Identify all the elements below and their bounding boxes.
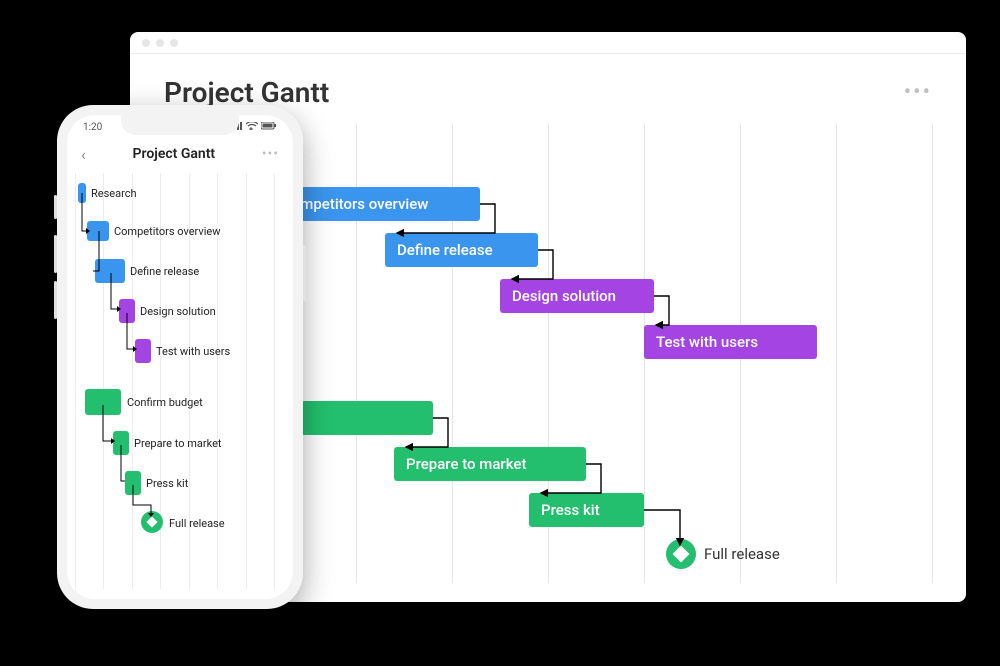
gantt-bar-define-release[interactable]: [95, 259, 125, 283]
gantt-bar-label: Define release: [397, 241, 493, 259]
gridline: [836, 123, 837, 583]
gantt-bar-competitors[interactable]: [87, 221, 109, 241]
gantt-bar-label: Design solution: [140, 305, 216, 318]
gantt-bar-label: Competitors overview: [114, 225, 220, 238]
gantt-bar-label: Test with users: [656, 333, 758, 351]
wifi-icon: [246, 122, 258, 133]
gantt-bar-label: Press kit: [541, 501, 600, 519]
milestone-full-release[interactable]: [141, 511, 163, 533]
gantt-bar-research[interactable]: [78, 183, 86, 203]
phone-device: 1:20 ‹ Project Gantt •••: [57, 105, 303, 609]
gantt-bar-test-with-users[interactable]: [135, 339, 151, 363]
gantt-bar-label: Define release: [130, 265, 199, 278]
milestone-full-release[interactable]: [666, 539, 696, 569]
more-options-button[interactable]: •••: [262, 146, 279, 162]
gantt-bar-press-kit[interactable]: [125, 471, 141, 495]
gantt-bar-prepare-to-market[interactable]: Prepare to market: [394, 447, 586, 481]
phone-screen: 1:20 ‹ Project Gantt •••: [67, 115, 293, 599]
battery-icon: [261, 122, 277, 133]
gantt-bar-define-release[interactable]: Define release: [385, 233, 538, 267]
gridline: [274, 173, 275, 589]
phone-side-button: [54, 235, 57, 273]
status-time: 1:20: [83, 122, 102, 133]
gantt-bar-label: Competitors overview: [282, 195, 428, 213]
phone-side-button: [54, 281, 57, 319]
milestone-label: Full release: [169, 517, 225, 530]
phone-side-button: [303, 245, 306, 301]
page-title: Project Gantt: [133, 146, 216, 162]
phone-side-button: [54, 195, 57, 219]
gridline: [932, 123, 933, 583]
window-control-minimize[interactable]: [156, 39, 164, 47]
back-button[interactable]: ‹: [81, 145, 86, 164]
gridline: [246, 173, 247, 589]
gantt-bar-prepare-to-market[interactable]: [113, 431, 129, 455]
gantt-bar-design-solution[interactable]: [119, 299, 135, 323]
gantt-bar-press-kit[interactable]: Press kit: [529, 493, 644, 527]
window-control-close[interactable]: [142, 39, 150, 47]
gantt-bar-label: Prepare to market: [134, 437, 222, 450]
gantt-bar-label: Confirm budget: [127, 396, 203, 409]
gantt-bar-confirm-budget[interactable]: [85, 389, 121, 415]
window-titlebar: [130, 32, 966, 54]
gantt-bar-label: Test with users: [156, 345, 230, 358]
gantt-bar-label: Research: [91, 187, 137, 200]
gantt-bar-design-solution[interactable]: Design solution: [500, 279, 654, 313]
gantt-bar-label: Design solution: [512, 287, 616, 305]
gantt-bar-label: Press kit: [146, 477, 188, 490]
gridline: [75, 173, 76, 589]
phone-header: ‹ Project Gantt •••: [67, 139, 293, 169]
gantt-bar-test-with-users[interactable]: Test with users: [644, 325, 817, 359]
milestone-label: Full release: [704, 545, 780, 563]
more-options-button[interactable]: •••: [904, 80, 932, 105]
gantt-bar-label: Prepare to market: [406, 455, 526, 473]
gantt-chart-mobile: Research Competitors overview Define rel…: [75, 173, 285, 589]
window-control-zoom[interactable]: [170, 39, 178, 47]
phone-notch: [121, 115, 239, 135]
